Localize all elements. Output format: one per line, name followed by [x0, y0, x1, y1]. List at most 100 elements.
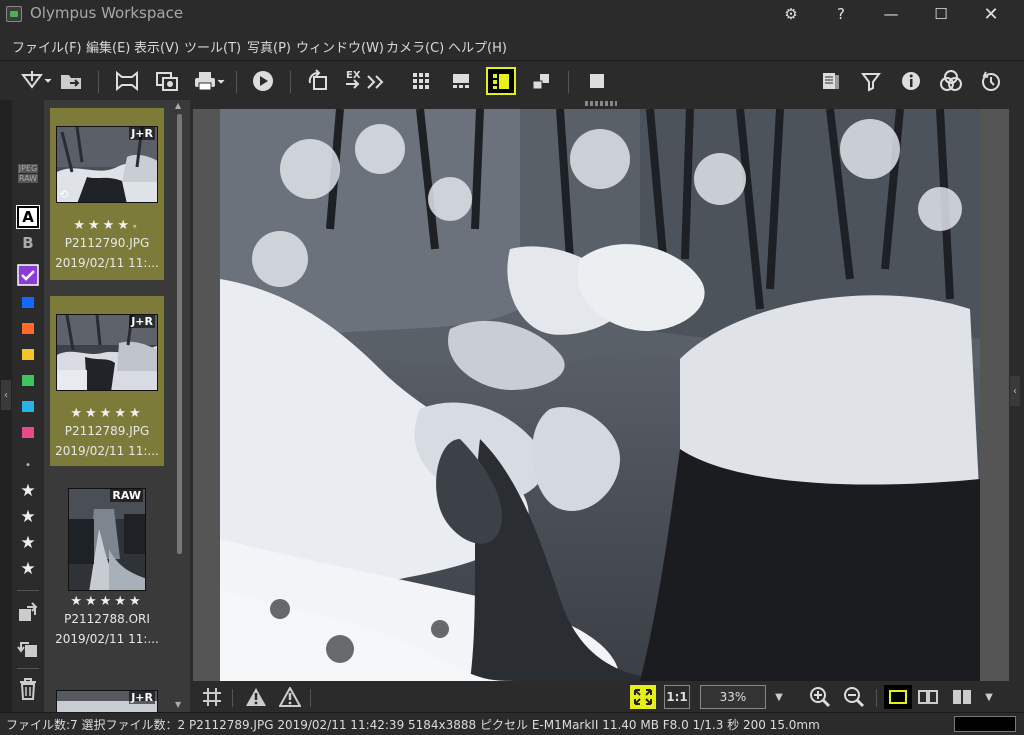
thumbnail-card[interactable]: RAW ★★★★★ P2112788.ORI 2019/02/11 11:... [50, 484, 164, 654]
menu-view[interactable]: 表示(V) [134, 37, 179, 56]
rating-3-star-icon[interactable]: ★ [17, 533, 39, 553]
import-folder-icon[interactable] [56, 67, 86, 95]
menu-edit[interactable]: 編集(E) [86, 37, 130, 56]
thumbnail-date: 2019/02/11 11:... [55, 444, 159, 458]
rotate-left-icon[interactable] [17, 636, 39, 660]
thumbnail-card[interactable]: J+R ★★★★★ P2112789.JPG 2019/02/11 11:... [50, 296, 164, 466]
rating-label-bar: JPEG RAW A B • ★ ★ ★ ★ [12, 100, 44, 712]
rating-1-star-icon[interactable]: ★ [17, 481, 39, 501]
menu-tools[interactable]: ツール(T) [184, 37, 241, 56]
thumbnail-scrollbar[interactable]: ▲ ▼ [175, 101, 183, 709]
rating-clear-dot[interactable]: • [17, 458, 39, 472]
raw-label: RAW [17, 173, 39, 183]
jpeg-label: JPEG [17, 163, 39, 173]
file-type-badge: RAW [110, 489, 143, 502]
thumbnail-card[interactable]: J+R [50, 686, 164, 712]
library-panel-icon[interactable] [816, 67, 846, 95]
play-slideshow-icon[interactable] [248, 67, 278, 95]
zoom-in-icon[interactable] [808, 685, 832, 709]
menu-window[interactable]: ウィンドウ(W) [296, 37, 384, 56]
rating-stars: ★★★★∘ [73, 218, 141, 233]
color-label-blue[interactable] [22, 297, 34, 308]
color-label-cyan[interactable] [22, 401, 34, 412]
label-b-button[interactable]: B [17, 232, 39, 254]
file-type-badge: J+R [129, 315, 155, 328]
color-label-orange[interactable] [22, 323, 34, 334]
viewer-toolbar: 1:1 33% ▼ ▼ [190, 682, 1024, 712]
thumbnail-panel: J+R ⟲ ★★★★∘ P2112790.JPG 2019/02/11 11:.… [44, 100, 190, 712]
image-viewer: ‹ [190, 100, 1024, 682]
grid-overlay-icon[interactable] [200, 685, 224, 709]
label-a-button[interactable]: A [16, 205, 40, 229]
compare-frame-icon[interactable] [112, 67, 142, 95]
scroll-down-icon[interactable]: ▼ [175, 700, 181, 709]
rating-stars: ★★★★★ [70, 594, 144, 609]
fit-to-window-icon[interactable] [630, 685, 656, 709]
rotate-icon[interactable] [304, 67, 334, 95]
fullscreen-icon[interactable] [582, 67, 612, 95]
rotate-right-icon[interactable] [17, 600, 39, 624]
print-menu-icon[interactable] [192, 67, 228, 95]
thumbnail-image: J+R [56, 314, 158, 391]
compare-view-icon[interactable] [526, 67, 556, 95]
shadow-warning-icon[interactable] [278, 685, 302, 709]
close-icon[interactable]: ✕ [976, 2, 1006, 26]
layout-dropdown-icon[interactable]: ▼ [982, 685, 996, 709]
rating-2-star-icon[interactable]: ★ [17, 507, 39, 527]
thumbnail-card[interactable]: J+R ⟲ ★★★★∘ P2112790.JPG 2019/02/11 11:.… [50, 108, 164, 280]
zoom-level-field[interactable]: 33% [700, 685, 766, 709]
jpeg-raw-filter-icon[interactable]: JPEG RAW [17, 160, 39, 186]
panel-resize-handle[interactable] [585, 101, 617, 106]
minimize-icon[interactable]: — [876, 2, 906, 26]
single-view-icon[interactable] [486, 67, 516, 95]
menu-file[interactable]: ファイル(F) [12, 37, 82, 56]
grid-view-icon[interactable] [406, 67, 436, 95]
file-type-badge: J+R [129, 691, 155, 704]
menu-bar: ファイル(F) 編集(E) 表示(V) ツール(T) 写真(P) ウィンドウ(W… [0, 32, 1024, 58]
two-up-layout-icon[interactable] [916, 685, 940, 709]
check-mark-icon[interactable] [17, 264, 39, 286]
expand-left-panel-icon[interactable]: ‹ [1, 380, 11, 410]
rating-4-star-icon[interactable]: ★ [17, 559, 39, 579]
one-to-one-button[interactable]: 1:1 [664, 685, 690, 709]
thumbnail-filename: P2112789.JPG [64, 424, 150, 438]
thumbnail-date: 2019/02/11 11:... [55, 632, 159, 646]
export-ex-icon[interactable]: EX [344, 67, 392, 95]
viewer-canvas [193, 109, 1009, 681]
progress-indicator [954, 716, 1016, 732]
color-label-green[interactable] [22, 375, 34, 386]
single-image-layout-icon[interactable] [884, 685, 912, 709]
menu-camera[interactable]: カメラ(C) [386, 37, 444, 56]
color-label-yellow[interactable] [22, 349, 34, 360]
menu-help[interactable]: ヘルプ(H) [448, 37, 507, 56]
zoom-out-icon[interactable] [842, 685, 866, 709]
toolbar: EX [0, 60, 1024, 100]
thumbnail-image: RAW [68, 488, 146, 591]
zoom-dropdown-icon[interactable]: ▼ [772, 685, 786, 709]
delete-trash-icon[interactable] [17, 676, 39, 702]
color-label-pink[interactable] [22, 427, 34, 438]
compare-layout-icon[interactable] [950, 685, 974, 709]
thumbnail-filename: P2112788.ORI [64, 612, 150, 626]
filmstrip-view-icon[interactable] [446, 67, 476, 95]
thumbnail-date: 2019/02/11 11:... [55, 256, 159, 270]
scroll-thumb[interactable] [177, 114, 182, 554]
menu-photo[interactable]: 写真(P) [247, 37, 291, 56]
scroll-up-icon[interactable]: ▲ [175, 101, 181, 110]
ex-label: EX [346, 70, 361, 81]
settings-icon[interactable]: ⚙ [776, 2, 806, 26]
import-menu-icon[interactable] [18, 67, 54, 95]
history-icon[interactable] [976, 67, 1006, 95]
slideshow-export-icon[interactable] [152, 67, 182, 95]
maximize-icon[interactable]: ☐ [926, 2, 956, 26]
file-type-badge: J+R [129, 127, 155, 140]
color-adjust-icon[interactable] [936, 67, 966, 95]
help-icon[interactable]: ? [826, 2, 856, 26]
expand-right-panel-icon[interactable]: ‹ [1010, 376, 1020, 406]
app-window: Olympus Workspace ⚙ ? — ☐ ✕ ファイル(F) 編集(E… [0, 0, 1024, 735]
info-icon[interactable] [896, 67, 926, 95]
highlight-warning-icon[interactable] [244, 685, 268, 709]
main-photo[interactable] [220, 109, 980, 681]
title-bar: Olympus Workspace ⚙ ? — ☐ ✕ [0, 0, 1024, 30]
filter-icon[interactable] [856, 67, 886, 95]
